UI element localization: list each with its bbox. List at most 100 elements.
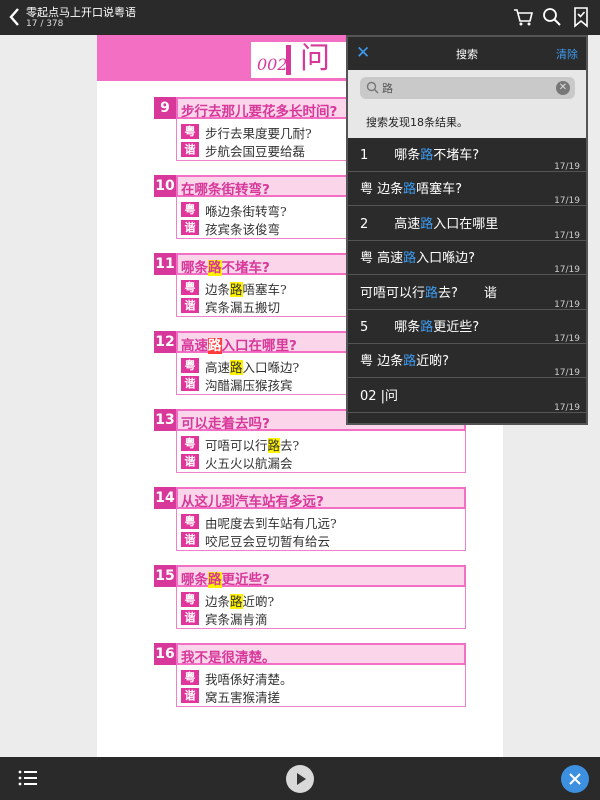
- search-box[interactable]: ✕: [360, 77, 575, 99]
- cantonese-text: 可唔可以行路去?: [205, 438, 300, 453]
- tag-cantonese: 粤: [181, 670, 199, 685]
- search-result-item[interactable]: 2 高速路入口在哪里 17/19: [348, 207, 586, 241]
- result-text: 2 高速路入口在哪里: [360, 216, 499, 232]
- answer-box: 粤我唔係好清楚。谐窝五害猴清搓: [176, 665, 466, 707]
- phrase-item: 15 哪条路更近些? 粤边条路近啲? 谐宾条漏肯滴: [154, 565, 466, 629]
- cantonese-text: 步行去果度要几耐?: [205, 126, 312, 141]
- search-panel-title: 搜索: [456, 48, 478, 61]
- homophone-text: 咬尼豆会豆切暂有给云: [205, 534, 331, 549]
- phrase-item: 16 我不是很清楚。粤我唔係好清楚。谐窝五害猴清搓: [154, 643, 466, 707]
- tag-cantonese: 粤: [181, 202, 199, 217]
- book-title: 零起点马上开口说粤语: [26, 6, 136, 19]
- mandarin-question: 我不是很清楚。: [181, 650, 276, 666]
- phrase-number: 15: [154, 565, 176, 587]
- page-indicator: 17 / 378: [26, 19, 64, 29]
- cantonese-text: 喺边条街转弯?: [205, 204, 287, 219]
- homophone-text: 孩宾条该俊弯: [205, 222, 281, 237]
- tag-homophone: 谐: [181, 142, 199, 157]
- mandarin-question: 步行去那儿要花多长时间?: [181, 104, 338, 120]
- play-icon: [297, 773, 306, 785]
- question-row: 14 从这儿到汽车站有多远?: [154, 487, 466, 510]
- mandarin-question: 哪条路更近些?: [181, 572, 270, 588]
- question-row: 16 我不是很清楚。: [154, 643, 466, 666]
- result-text: 粤 高速路入口喺边?: [360, 251, 476, 267]
- search-result-item[interactable]: 可唔可以行路去? 谐 17/19: [348, 276, 586, 310]
- result-text: 粤 边条路唔塞车?: [360, 182, 463, 198]
- result-page: 17/19: [554, 299, 580, 310]
- result-text: 可唔可以行路去? 谐: [360, 285, 497, 301]
- search-result-item[interactable]: 粤 边条路近啲? 17/19: [348, 344, 586, 379]
- mandarin-question: 从这儿到汽车站有多远?: [181, 494, 324, 510]
- search-result-item[interactable]: 5 哪条路更近些? 17/19: [348, 310, 586, 344]
- tag-cantonese: 粤: [181, 358, 199, 373]
- search-result-item[interactable]: 粤 高速路入口喺边? 17/19: [348, 241, 586, 276]
- bookmark-icon[interactable]: [570, 6, 592, 28]
- tag-homophone: 谐: [181, 454, 199, 469]
- search-result-item[interactable]: 粤 边条路唔塞车? 17/19: [348, 172, 586, 207]
- clear-input-icon[interactable]: ✕: [556, 81, 570, 95]
- mandarin-question: 哪条路不堵车?: [181, 260, 270, 276]
- tag-cantonese: 粤: [181, 514, 199, 529]
- tag-homophone: 谐: [181, 688, 199, 703]
- tag-homophone: 谐: [181, 298, 199, 313]
- phrase-item: 14 从这儿到汽车站有多远? 粤由呢度去到车站有几远? 谐咬尼豆会豆切暂有给云: [154, 487, 466, 551]
- phrase-number: 13: [154, 409, 176, 431]
- homophone-text: 火五火以航漏会: [205, 456, 293, 471]
- search-panel: ✕ 搜索 清除 ✕ 搜索发现18条结果。 1 哪条路不堵车?17/19粤 边条路…: [346, 35, 588, 425]
- cart-icon[interactable]: [512, 6, 534, 28]
- phrase-number: 10: [154, 175, 176, 197]
- chapter-title: 问: [300, 41, 330, 76]
- answer-box: 粤边条路近啲? 谐宾条漏肯滴: [176, 587, 466, 629]
- search-result-item[interactable]: 02 |问 17/19: [348, 379, 586, 413]
- bottom-bar: [0, 757, 600, 800]
- search-result-item[interactable]: 1 哪条路不堵车? 17/19: [348, 138, 586, 172]
- phrase-number: 9: [154, 97, 176, 119]
- search-input[interactable]: [382, 80, 542, 96]
- phrase-number: 11: [154, 253, 176, 275]
- result-page: 17/19: [554, 230, 580, 241]
- cantonese-text: 高速路入口喺边?: [205, 360, 300, 375]
- close-icon: [569, 773, 581, 785]
- mandarin-question: 高速路入口在哪里?: [181, 338, 297, 354]
- homophone-text: 宾条漏肯滴: [205, 612, 268, 627]
- search-icon[interactable]: [541, 6, 563, 28]
- tag-cantonese: 粤: [181, 124, 199, 139]
- result-page: 17/19: [554, 196, 580, 207]
- result-text: 02 |问: [360, 388, 399, 404]
- result-page: 17/19: [554, 162, 580, 172]
- tag-cantonese: 粤: [181, 592, 199, 607]
- homophone-text: 沟醋漏压猴孩宾: [205, 378, 293, 393]
- top-bar: 零起点马上开口说粤语 17 / 378: [0, 0, 600, 35]
- question-row: 15 哪条路更近些?: [154, 565, 466, 588]
- phrase-number: 14: [154, 487, 176, 509]
- phrase-number: 12: [154, 331, 176, 353]
- close-button[interactable]: [561, 765, 589, 793]
- list-menu-icon[interactable]: [18, 769, 38, 787]
- tag-cantonese: 粤: [181, 436, 199, 451]
- cantonese-text: 我唔係好清楚。: [205, 672, 293, 687]
- tag-cantonese: 粤: [181, 280, 199, 295]
- result-page: 17/19: [554, 368, 580, 379]
- tag-homophone: 谐: [181, 376, 199, 391]
- result-page: 17/19: [554, 334, 580, 344]
- back-icon[interactable]: [6, 5, 24, 29]
- answer-box: 粤由呢度去到车站有几远? 谐咬尼豆会豆切暂有给云: [176, 509, 466, 551]
- mandarin-question: 在哪条街转弯?: [181, 182, 270, 198]
- cantonese-text: 边条路近啲?: [205, 594, 275, 609]
- homophone-text: 步航会国豆要给磊: [205, 144, 306, 159]
- cantonese-text: 由呢度去到车站有几远?: [205, 516, 337, 531]
- tag-homophone: 谐: [181, 220, 199, 235]
- tag-homophone: 谐: [181, 532, 199, 547]
- mandarin-question: 可以走着去吗?: [181, 416, 270, 432]
- result-text: 粤 边条路近啲?: [360, 354, 450, 370]
- clear-button[interactable]: 清除: [556, 46, 578, 62]
- result-count: 搜索发现18条结果。: [366, 116, 468, 129]
- answer-box: 粤可唔可以行路去? 谐火五火以航漏会: [176, 431, 466, 473]
- result-text: 1 哪条路不堵车?: [360, 148, 480, 163]
- play-button[interactable]: [286, 765, 314, 793]
- result-text: 5 哪条路更近些?: [360, 320, 480, 335]
- homophone-text: 宾条漏五搬切: [205, 300, 281, 315]
- cantonese-text: 边条路唔塞车?: [205, 282, 287, 297]
- result-page: 17/19: [554, 402, 580, 413]
- tag-homophone: 谐: [181, 610, 199, 625]
